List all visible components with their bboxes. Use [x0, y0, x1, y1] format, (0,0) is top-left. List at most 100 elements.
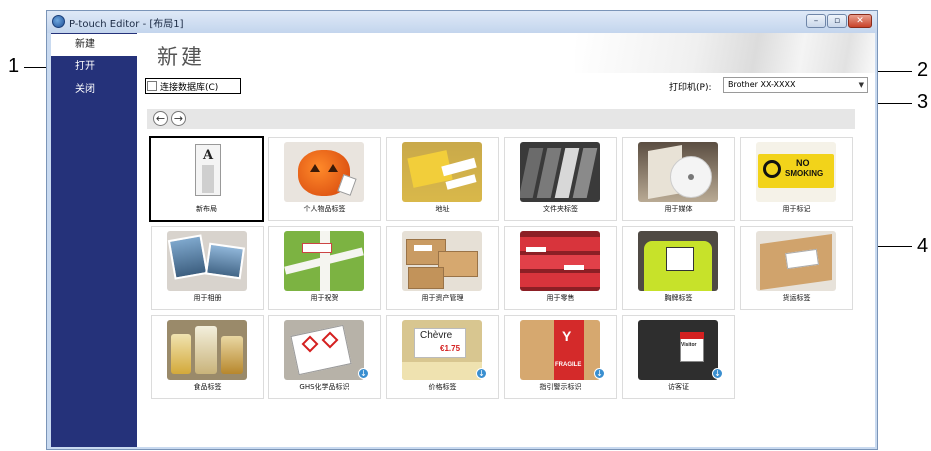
database-highlight-box: [145, 78, 241, 94]
jar: [195, 326, 217, 374]
template-label: 用于标记: [782, 205, 811, 213]
badge-card: [666, 247, 694, 271]
template-new-layout[interactable]: A 新布局: [149, 136, 264, 222]
callout-2: 2: [917, 59, 929, 81]
download-icon: ↓: [476, 368, 487, 379]
template-address[interactable]: 地址: [386, 137, 499, 221]
cardboard-box: [438, 251, 478, 277]
jar: [221, 336, 243, 374]
template-label: 胸牌标签: [664, 294, 693, 302]
photo-album-image: [167, 231, 247, 291]
dropdown-arrow-icon: ▼: [858, 81, 864, 89]
template-label: 价格标签: [428, 383, 457, 391]
pumpkin-image: [284, 142, 364, 202]
template-label: 用于相册: [193, 294, 222, 302]
window-title: P-touch Editor - [布局1]: [69, 19, 184, 30]
callout-4: 4: [917, 235, 929, 257]
folder-labels-image: [520, 142, 600, 202]
sign-text-no: NO: [796, 158, 810, 168]
shelf-label: [564, 265, 584, 270]
product-name-text: Chèvre: [420, 330, 453, 341]
template-price-tag[interactable]: Chèvre €1.75 ↓ 价格标签: [386, 315, 499, 399]
template-signage[interactable]: NO SMOKING 用于标记: [740, 137, 853, 221]
disc-hole: [688, 174, 694, 180]
template-food[interactable]: 食品标签: [151, 315, 264, 399]
download-icon: ↓: [594, 368, 605, 379]
template-label: 用于媒体: [664, 205, 693, 213]
callout-1: 1: [8, 55, 20, 77]
food-jars-image: [167, 320, 247, 380]
cardboard-box: [408, 267, 444, 289]
page-title: 新建: [157, 45, 205, 69]
header-decoration: [575, 33, 875, 73]
sidebar-item-close[interactable]: 关闭: [51, 79, 137, 101]
template-visitor-pass[interactable]: Visitor ↓ 访客证: [622, 315, 735, 399]
visitor-badge-image: Visitor: [638, 320, 718, 380]
new-layout-icon: A: [195, 144, 221, 196]
photo: [204, 242, 246, 280]
back-button[interactable]: ←: [153, 111, 168, 126]
retail-shelves-image: [520, 231, 600, 291]
template-label: 用于零售: [546, 294, 575, 302]
template-retail[interactable]: 用于零售: [504, 226, 617, 310]
printer-select[interactable]: Brother XX-XXXX ▼: [723, 77, 868, 93]
address-labels-image: [402, 142, 482, 202]
gift-box-image: [284, 231, 364, 291]
template-label: 食品标签: [193, 383, 222, 391]
template-label: 文件夹标签: [543, 205, 578, 213]
template-nav-bar: ← →: [147, 109, 855, 129]
no-smoking-sign-image: NO SMOKING: [756, 142, 836, 202]
template-ghs-chemical[interactable]: ↓ GHS化学品标识: [268, 315, 381, 399]
gift-tag: [302, 243, 332, 253]
template-photo-album[interactable]: 用于相册: [151, 226, 264, 310]
template-greetings[interactable]: 用于祝贺: [268, 226, 381, 310]
jar: [171, 334, 191, 374]
ghs-chemical-image: [284, 320, 364, 380]
printer-label: 打印机(P):: [669, 83, 712, 93]
template-label: 货运标签: [782, 294, 811, 302]
template-shipping[interactable]: 货运标签: [740, 226, 853, 310]
template-personal-items[interactable]: 个人物品标签: [268, 137, 381, 221]
template-label: 指引警示标识: [539, 383, 582, 391]
template-folder-labels[interactable]: 文件夹标签: [504, 137, 617, 221]
sign-text-smoking: SMOKING: [785, 169, 824, 178]
maximize-button[interactable]: ▫: [827, 14, 847, 28]
asset-label: [414, 245, 432, 251]
printer-select-value: Brother XX-XXXX: [728, 80, 796, 89]
shelf-row: [520, 273, 600, 287]
template-name-badge[interactable]: 胸牌标签: [622, 226, 735, 310]
callout-3: 3: [917, 91, 929, 113]
template-label: 地址: [435, 205, 450, 213]
letter-a-glyph: A: [203, 148, 214, 163]
sidebar-item-open[interactable]: 打开: [51, 56, 137, 78]
template-label: 用于资产管理: [421, 294, 464, 302]
price-tag-image: Chèvre €1.75: [402, 320, 482, 380]
template-media[interactable]: 用于媒体: [622, 137, 735, 221]
minimize-button[interactable]: –: [806, 14, 826, 28]
template-warning-signs[interactable]: Y FRAGILE ↓ 指引警示标识: [504, 315, 617, 399]
template-asset-management[interactable]: 用于资产管理: [386, 226, 499, 310]
window-controls: – ▫ ✕: [806, 14, 872, 28]
pumpkin-eye-right: [328, 164, 338, 172]
wine-glass-icon: Y: [562, 328, 572, 344]
app-window: P-touch Editor - [布局1] – ▫ ✕ 新建 打开 关闭 新建…: [46, 10, 878, 450]
template-label: 个人物品标签: [303, 205, 346, 213]
template-label: 新布局: [196, 205, 217, 213]
visitor-card-band: [680, 332, 704, 339]
badge-vest-image: [638, 231, 718, 291]
title-bar: P-touch Editor - [布局1] – ▫ ✕: [47, 11, 877, 33]
sidebar: 新建 打开 关闭: [51, 33, 137, 447]
download-icon: ↓: [712, 368, 723, 379]
forward-button[interactable]: →: [171, 111, 186, 126]
layout-bar: [202, 165, 214, 193]
asset-boxes-image: [402, 231, 482, 291]
template-label: 访客证: [668, 383, 689, 391]
shelf-label: [526, 247, 546, 252]
close-button[interactable]: ✕: [848, 14, 872, 28]
media-disc-image: [638, 142, 718, 202]
sidebar-item-new[interactable]: 新建: [51, 34, 137, 56]
chemical-label: [290, 324, 352, 376]
template-label: GHS化学品标识: [299, 383, 350, 391]
template-label: 用于祝贺: [310, 294, 339, 302]
download-icon: ↓: [358, 368, 369, 379]
